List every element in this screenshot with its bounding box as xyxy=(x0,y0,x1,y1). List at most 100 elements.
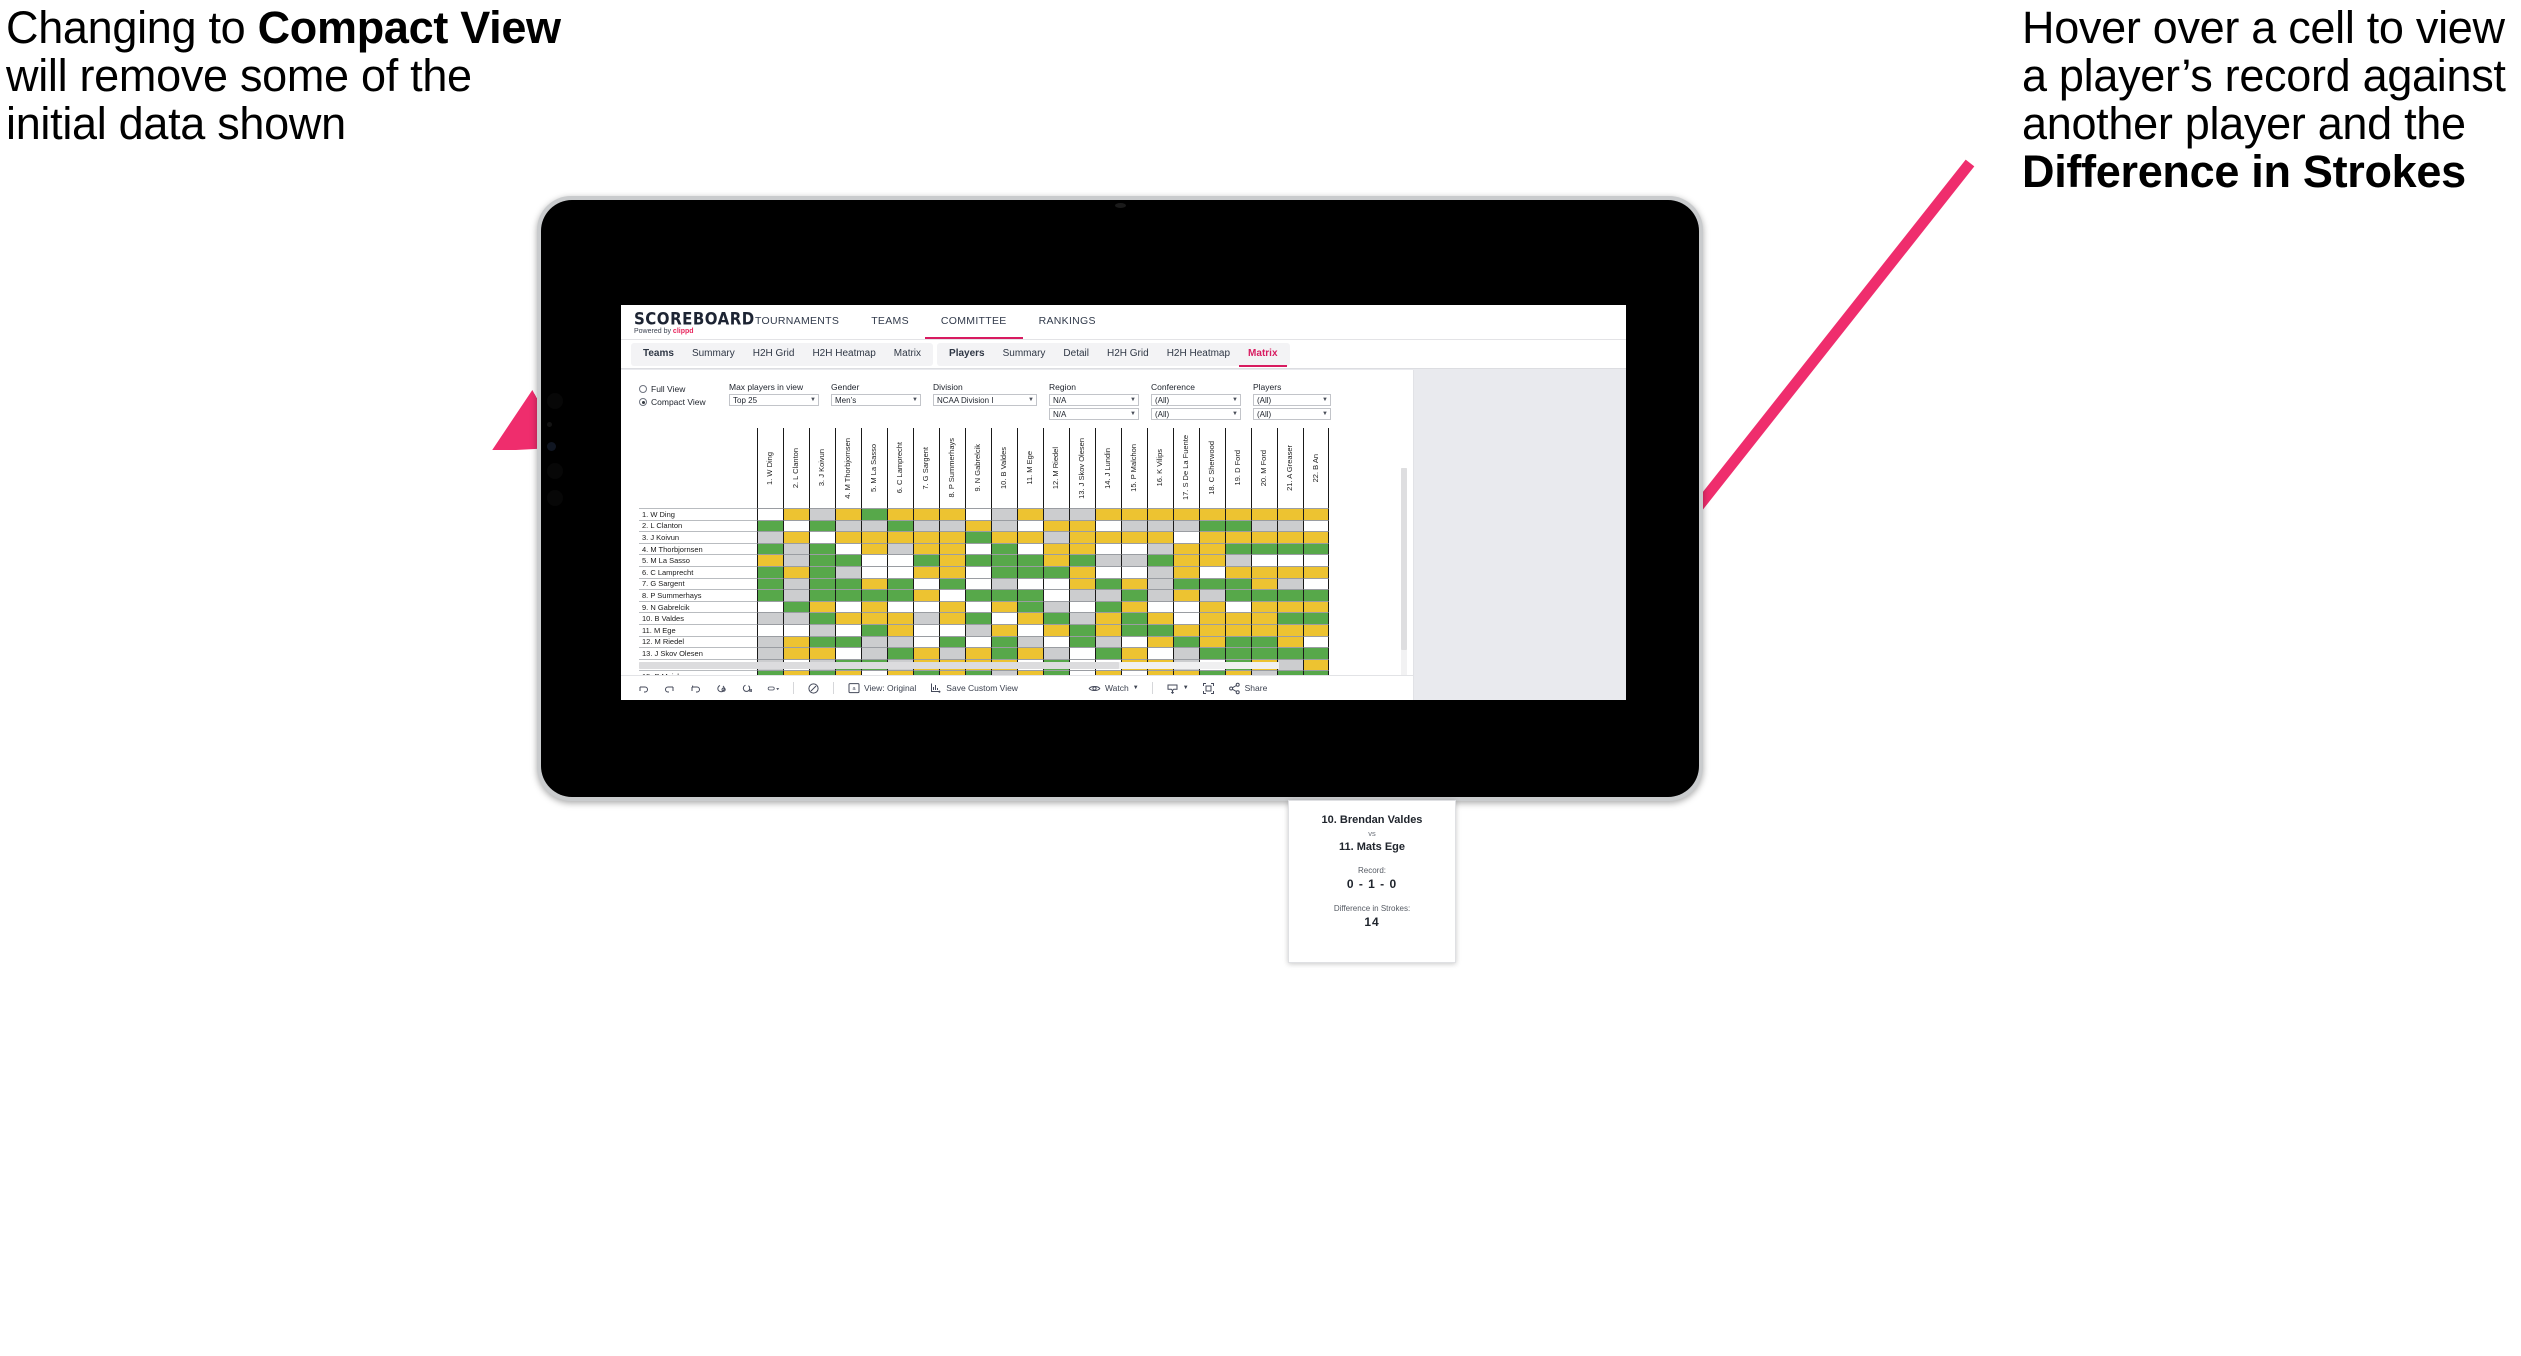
matrix-cell[interactable] xyxy=(783,647,809,659)
matrix-cell[interactable] xyxy=(809,554,835,566)
matrix-cell[interactable] xyxy=(1069,623,1095,636)
matrix-cell[interactable] xyxy=(1251,600,1277,613)
matrix-cell[interactable] xyxy=(861,600,887,613)
matrix-cell[interactable] xyxy=(1277,542,1303,555)
matrix-cell[interactable] xyxy=(1251,635,1277,648)
matrix-cell[interactable] xyxy=(835,612,861,624)
matrix-cell[interactable] xyxy=(1069,519,1095,532)
matrix-cell[interactable] xyxy=(783,635,809,648)
matrix-cell[interactable] xyxy=(1277,658,1303,671)
matrix-cell[interactable] xyxy=(757,565,783,578)
matrix-cell[interactable] xyxy=(809,508,835,520)
matrix-cell[interactable] xyxy=(1043,647,1069,659)
matrix-cell[interactable] xyxy=(1303,589,1329,601)
matrix-cell[interactable] xyxy=(913,542,939,555)
matrix-cell[interactable] xyxy=(1017,565,1043,578)
matrix-cell[interactable] xyxy=(1277,519,1303,532)
matrix-cell[interactable] xyxy=(913,531,939,543)
matrix-cell[interactable] xyxy=(1303,577,1329,590)
matrix-cell[interactable] xyxy=(1303,531,1329,543)
matrix-cell[interactable] xyxy=(1173,519,1199,532)
matrix-cell[interactable] xyxy=(783,531,809,543)
matrix-cell[interactable] xyxy=(1303,542,1329,555)
matrix-cell[interactable] xyxy=(1043,565,1069,578)
matrix-cell[interactable] xyxy=(1043,531,1069,543)
matrix-cell[interactable] xyxy=(991,577,1017,590)
matrix-cell[interactable] xyxy=(887,508,913,520)
matrix-cell[interactable] xyxy=(1225,531,1251,543)
matrix-cell[interactable] xyxy=(1095,554,1121,566)
matrix-cell[interactable] xyxy=(913,519,939,532)
matrix-cell[interactable] xyxy=(965,542,991,555)
matrix-cell[interactable] xyxy=(1095,623,1121,636)
matrix-cell[interactable] xyxy=(1095,647,1121,659)
matrix-cell[interactable] xyxy=(1017,531,1043,543)
matrix-cell[interactable] xyxy=(809,600,835,613)
matrix-cell[interactable] xyxy=(1277,554,1303,566)
matrix-cell[interactable] xyxy=(783,612,809,624)
matrix-cell[interactable] xyxy=(1173,577,1199,590)
matrix-cell[interactable] xyxy=(783,600,809,613)
matrix-cell[interactable] xyxy=(1069,565,1095,578)
matrix-cell[interactable] xyxy=(1017,519,1043,532)
subnav-item-players-detail[interactable]: Detail xyxy=(1054,342,1098,367)
matrix-cell[interactable] xyxy=(965,647,991,659)
matrix-cell[interactable] xyxy=(991,623,1017,636)
matrix-cell[interactable] xyxy=(835,577,861,590)
matrix-cell[interactable] xyxy=(1043,554,1069,566)
matrix-cell[interactable] xyxy=(835,647,861,659)
matrix-cell[interactable] xyxy=(1095,577,1121,590)
matrix-cell[interactable] xyxy=(835,635,861,648)
matrix-cell[interactable] xyxy=(1277,600,1303,613)
subnav-item-teams[interactable]: Teams xyxy=(634,342,683,367)
matrix-cell[interactable] xyxy=(809,542,835,555)
matrix-cell[interactable] xyxy=(783,519,809,532)
matrix-cell[interactable] xyxy=(809,565,835,578)
matrix-cell[interactable] xyxy=(835,589,861,601)
matrix-cell[interactable] xyxy=(913,600,939,613)
matrix-cell[interactable] xyxy=(991,554,1017,566)
matrix-cell[interactable] xyxy=(991,508,1017,520)
matrix-cell[interactable] xyxy=(939,589,965,601)
matrix-cell[interactable] xyxy=(1147,647,1173,659)
matrix-cell[interactable] xyxy=(1095,508,1121,520)
select-conference-1[interactable]: (All) ▼ xyxy=(1151,394,1241,406)
matrix-cell[interactable] xyxy=(1069,589,1095,601)
matrix-cell[interactable] xyxy=(991,542,1017,555)
matrix-cell[interactable] xyxy=(887,554,913,566)
matrix-cell[interactable] xyxy=(1121,623,1147,636)
matrix-cell[interactable] xyxy=(1251,623,1277,636)
matrix-cell[interactable] xyxy=(887,589,913,601)
matrix-cell[interactable] xyxy=(965,623,991,636)
matrix-cell[interactable] xyxy=(1277,531,1303,543)
matrix-cell[interactable] xyxy=(965,635,991,648)
matrix-cell[interactable] xyxy=(1017,542,1043,555)
topnav-item-rankings[interactable]: RANKINGS xyxy=(1023,305,1112,339)
matrix-cell[interactable] xyxy=(1199,577,1225,590)
matrix-cell[interactable] xyxy=(809,647,835,659)
subnav-item-teams-matrix[interactable]: Matrix xyxy=(885,342,930,367)
matrix-cell[interactable] xyxy=(757,577,783,590)
matrix-cell[interactable] xyxy=(1069,554,1095,566)
matrix-cell[interactable] xyxy=(1277,623,1303,636)
matrix-cell[interactable] xyxy=(1095,600,1121,613)
matrix-cell[interactable] xyxy=(939,519,965,532)
subnav-item-teams-summary[interactable]: Summary xyxy=(683,342,744,367)
matrix-cell[interactable] xyxy=(965,577,991,590)
save-custom-view-button[interactable]: Save Custom View xyxy=(929,682,1018,695)
matrix-cell[interactable] xyxy=(991,589,1017,601)
matrix-cell[interactable] xyxy=(939,542,965,555)
matrix-cell[interactable] xyxy=(783,565,809,578)
pan-icon[interactable] xyxy=(767,682,780,695)
matrix-cell[interactable] xyxy=(1095,589,1121,601)
matrix-cell[interactable] xyxy=(1173,647,1199,659)
matrix-cell[interactable] xyxy=(835,508,861,520)
subnav-item-players-h2h-heatmap[interactable]: H2H Heatmap xyxy=(1158,342,1239,367)
matrix-cell[interactable] xyxy=(861,623,887,636)
radio-full-view[interactable]: Full View xyxy=(639,384,717,394)
matrix-cell[interactable] xyxy=(913,612,939,624)
matrix-cell[interactable] xyxy=(1121,519,1147,532)
matrix-cell[interactable] xyxy=(939,565,965,578)
matrix-cell[interactable] xyxy=(1121,647,1147,659)
matrix-cell[interactable] xyxy=(1147,589,1173,601)
